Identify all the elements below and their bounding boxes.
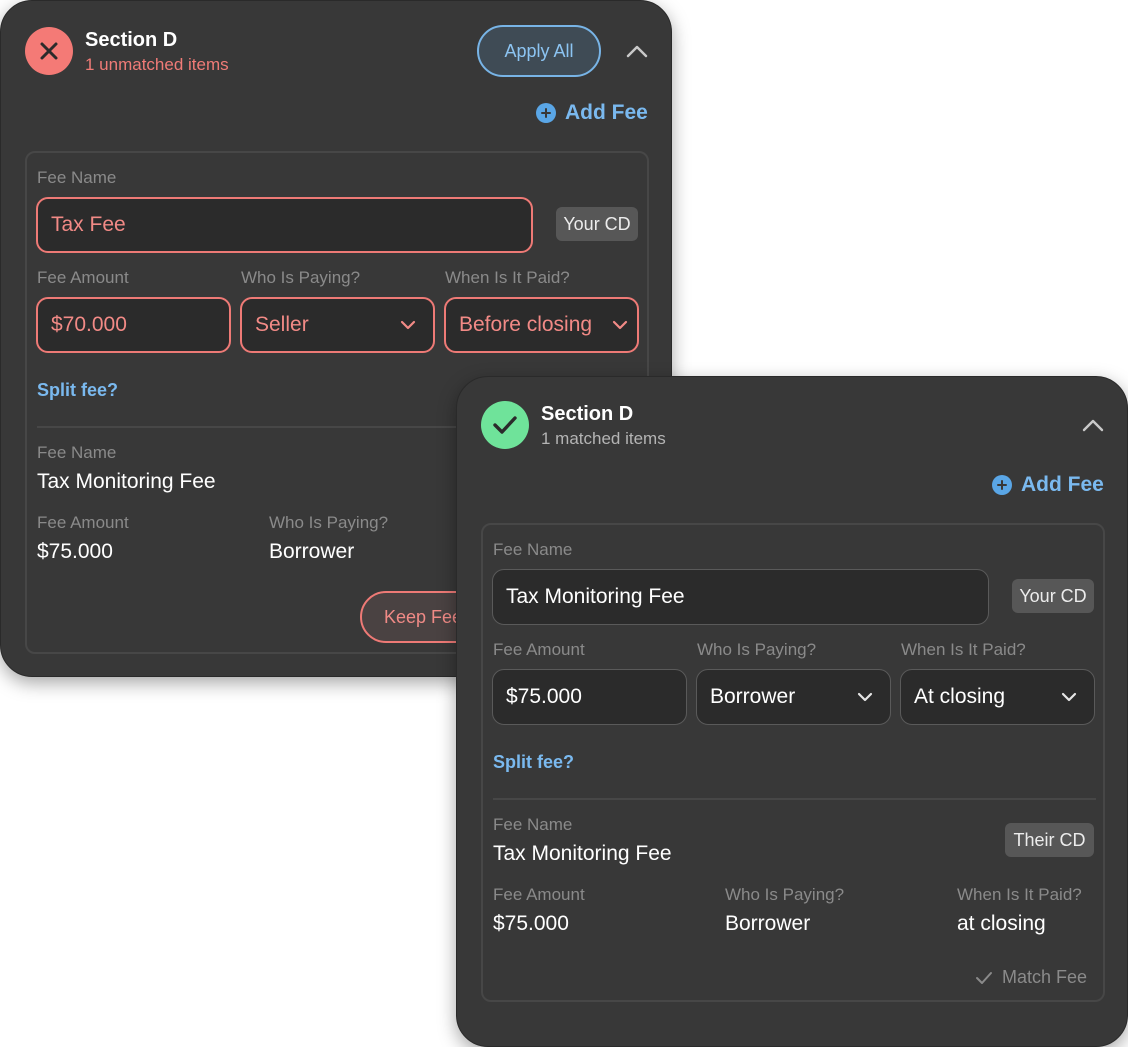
section-subtitle: 1 matched items <box>541 429 666 448</box>
collapse-button[interactable] <box>623 37 651 65</box>
who-paying-value: Seller <box>255 313 309 336</box>
fee-amount-input[interactable]: $70.000 <box>36 297 231 353</box>
their-cd-tag: Their CD <box>1005 823 1094 857</box>
fee-amount-label: Fee Amount <box>37 268 129 287</box>
fee-name-value: Tax Fee <box>51 213 126 236</box>
match-fee-button[interactable]: Match Fee <box>975 967 1087 988</box>
when-paid-value: at closing <box>957 912 1046 935</box>
plus-circle-icon <box>536 103 556 123</box>
your-cd-tag: Your CD <box>556 207 638 241</box>
check-icon <box>493 416 517 434</box>
fee-amount-value: $70.000 <box>51 313 127 336</box>
who-paying-label: Who Is Paying? <box>269 513 389 532</box>
fee-amount-label: Fee Amount <box>493 640 585 659</box>
section-title: Section D <box>85 29 178 51</box>
add-fee-label: Add Fee <box>565 101 648 124</box>
chevron-down-icon <box>856 691 874 703</box>
chevron-down-icon <box>399 319 417 331</box>
who-paying-value: Borrower <box>710 685 796 708</box>
fee-name-value: Tax Monitoring Fee <box>506 585 685 608</box>
divider <box>493 798 1096 800</box>
fee-name-label: Fee Name <box>493 540 573 559</box>
split-fee-link[interactable]: Split fee? <box>493 752 574 773</box>
when-paid-select[interactable]: At closing <box>900 669 1095 725</box>
chevron-up-icon <box>626 45 648 58</box>
fee-amount-value: $75.000 <box>506 685 582 708</box>
fee-amount-label: Fee Amount <box>37 513 129 532</box>
who-paying-select[interactable]: Seller <box>240 297 435 353</box>
fee-name-value: Tax Monitoring Fee <box>37 470 216 493</box>
when-paid-label: When Is It Paid? <box>445 268 570 287</box>
add-fee-button[interactable]: Add Fee <box>536 101 648 125</box>
close-icon <box>40 42 58 60</box>
fee-amount-value: $75.000 <box>493 912 569 935</box>
who-paying-value: Borrower <box>269 540 355 563</box>
checkmark-icon <box>976 971 992 984</box>
stage: Section D 1 unmatched items Apply All Ad… <box>0 0 1128 1047</box>
when-paid-label: When Is It Paid? <box>957 885 1082 904</box>
fee-name-label: Fee Name <box>493 815 573 834</box>
your-cd-tag: Your CD <box>1012 579 1094 613</box>
fee-amount-input[interactable]: $75.000 <box>492 669 687 725</box>
who-paying-label: Who Is Paying? <box>725 885 845 904</box>
who-paying-label: Who Is Paying? <box>697 640 817 659</box>
unmatched-status-icon <box>25 27 73 75</box>
fee-amount-value: $75.000 <box>37 540 113 563</box>
add-fee-label: Add Fee <box>1021 473 1104 496</box>
section-subtitle: 1 unmatched items <box>85 55 229 74</box>
plus-circle-icon <box>992 475 1012 495</box>
fee-name-label: Fee Name <box>37 443 117 462</box>
fee-name-input[interactable]: Tax Monitoring Fee <box>492 569 989 625</box>
split-fee-link[interactable]: Split fee? <box>37 380 118 401</box>
fee-name-label: Fee Name <box>37 168 117 187</box>
fee-amount-label: Fee Amount <box>493 885 585 904</box>
add-fee-button[interactable]: Add Fee <box>992 473 1104 497</box>
match-fee-label: Match Fee <box>1002 967 1088 987</box>
chevron-up-icon <box>1082 419 1104 432</box>
chevron-down-icon <box>1060 691 1078 703</box>
when-paid-value: Before closing <box>459 313 593 336</box>
chevron-down-icon <box>611 319 629 331</box>
when-paid-value: At closing <box>914 685 1006 708</box>
fee-name-value: Tax Monitoring Fee <box>493 842 672 865</box>
section-title: Section D <box>541 403 634 425</box>
who-paying-label: Who Is Paying? <box>241 268 361 287</box>
who-paying-value: Borrower <box>725 912 811 935</box>
when-paid-select[interactable]: Before closing <box>444 297 639 353</box>
matched-section-panel: Section D 1 matched items Add Fee Fee Na… <box>456 376 1128 1047</box>
who-paying-select[interactable]: Borrower <box>696 669 891 725</box>
apply-all-button[interactable]: Apply All <box>477 25 601 77</box>
matched-status-icon <box>481 401 529 449</box>
collapse-button[interactable] <box>1079 411 1107 439</box>
fee-name-input[interactable]: Tax Fee <box>36 197 533 253</box>
fee-card: Fee Name Tax Monitoring Fee Your CD Fee … <box>481 523 1105 1002</box>
when-paid-label: When Is It Paid? <box>901 640 1026 659</box>
